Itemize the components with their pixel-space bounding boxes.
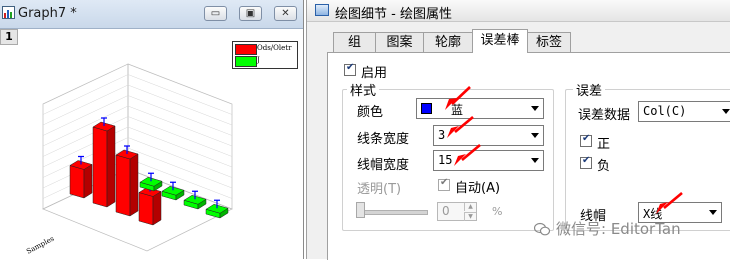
dialog-title: 绘图细节 - 绘图属性: [335, 7, 452, 22]
auto-transparency-label: 自动(A): [455, 181, 501, 196]
minus-checkbox[interactable]: [580, 155, 592, 169]
graph-title: Graph7 *: [18, 6, 77, 21]
grid-line: [127, 126, 233, 168]
transparency-slider-track[interactable]: [356, 210, 428, 215]
annotation-arrow-icon: [447, 116, 474, 138]
error-group-title: 误差: [573, 80, 606, 99]
bar-0-2-side: [129, 153, 139, 217]
tab-pattern[interactable]: 图案: [375, 32, 424, 52]
bar-0-3-side: [152, 191, 162, 226]
close-button[interactable]: ✕: [274, 6, 297, 21]
legend-label-2: J: [257, 56, 260, 64]
tab-error-bar[interactable]: 误差棒: [472, 29, 528, 53]
dialog-icon: [315, 4, 329, 16]
chevron-down-icon: [531, 106, 539, 111]
graph-canvas[interactable]: 1 Samples Ods/Oletr J: [0, 29, 303, 259]
legend-swatch-green: [235, 56, 257, 67]
plus-checkbox[interactable]: [580, 133, 592, 147]
grid-line: [127, 105, 233, 147]
graph-icon: [2, 6, 15, 19]
chevron-down-icon: [531, 133, 539, 138]
error-data-label: 误差数据: [578, 108, 631, 123]
spin-down-icon[interactable]: ▼: [464, 212, 476, 221]
style-group-title: 样式: [347, 80, 380, 99]
minimize-button[interactable]: ▭: [204, 6, 227, 21]
color-dropdown[interactable]: 蓝: [416, 98, 544, 119]
transparency-label: 透明(T): [357, 182, 402, 197]
graph-window: Graph7 * ▭ ▣ ✕ 1 Samples Ods/Oletr J: [0, 0, 304, 259]
minus-label: 负: [597, 159, 611, 174]
color-label: 颜色: [357, 105, 384, 120]
transparency-spinbox[interactable]: 0 ▲ ▼: [437, 202, 477, 221]
cap-width-label: 线帽宽度: [357, 158, 410, 173]
wechat-icon: [534, 222, 550, 236]
legend-label-1: Ods/Oletr: [257, 44, 292, 52]
chevron-down-icon: [722, 109, 730, 114]
chevron-down-icon: [531, 158, 539, 163]
grid-line: [127, 95, 233, 136]
grid-line: [127, 116, 233, 157]
grid-line: [127, 74, 233, 115]
x-axis-label: Samples: [25, 234, 56, 255]
error-data-dropdown[interactable]: Col(C): [638, 101, 730, 122]
bars: [69, 117, 229, 226]
spin-up-icon[interactable]: ▲: [464, 203, 476, 211]
restore-button[interactable]: ▣: [239, 6, 262, 21]
bar-0-3-front: [138, 192, 154, 226]
bar-0-0-front: [69, 165, 85, 199]
grid-line: [42, 84, 129, 126]
legend[interactable]: Ods/Oletr J: [232, 41, 298, 69]
grid-line: [127, 84, 233, 126]
bar-0-0-side: [83, 164, 93, 199]
graph-titlebar[interactable]: Graph7 * ▭ ▣ ✕: [0, 0, 303, 29]
minimize-icon: ▭: [210, 8, 221, 19]
restore-icon: ▣: [245, 8, 256, 19]
legend-swatch-red: [235, 44, 257, 55]
bar-0-2-front: [115, 154, 131, 217]
dialog-titlebar[interactable]: 绘图细节 - 绘图属性: [307, 0, 730, 22]
chevron-down-icon: [709, 210, 717, 215]
auto-transparency-checkbox[interactable]: [438, 177, 450, 191]
transparency-value: 0: [442, 204, 450, 218]
grid-line: [42, 74, 129, 115]
plus-label: 正: [597, 137, 611, 152]
tab-label[interactable]: 标签: [527, 32, 571, 52]
error-data-value: Col(C): [643, 104, 687, 118]
color-swatch: [421, 103, 432, 114]
annotation-arrow-icon: [656, 192, 683, 214]
watermark-text: 微信号: EditorTan: [556, 220, 681, 238]
transparency-unit: %: [492, 205, 503, 218]
line-width-label: 线条宽度: [357, 132, 410, 147]
annotation-arrow-icon: [445, 86, 471, 110]
annotation-arrow-icon: [454, 144, 481, 166]
transparency-slider-thumb[interactable]: [356, 202, 365, 218]
tab-outline[interactable]: 轮廓: [423, 32, 473, 52]
bar-0-1-side: [106, 125, 116, 208]
bar-0-1-front: [92, 126, 108, 208]
enable-label: 启用: [361, 66, 388, 81]
close-icon: ✕: [281, 8, 290, 19]
tab-group[interactable]: 组: [333, 32, 376, 52]
enable-checkbox[interactable]: [344, 62, 356, 76]
grid-line: [127, 137, 233, 178]
